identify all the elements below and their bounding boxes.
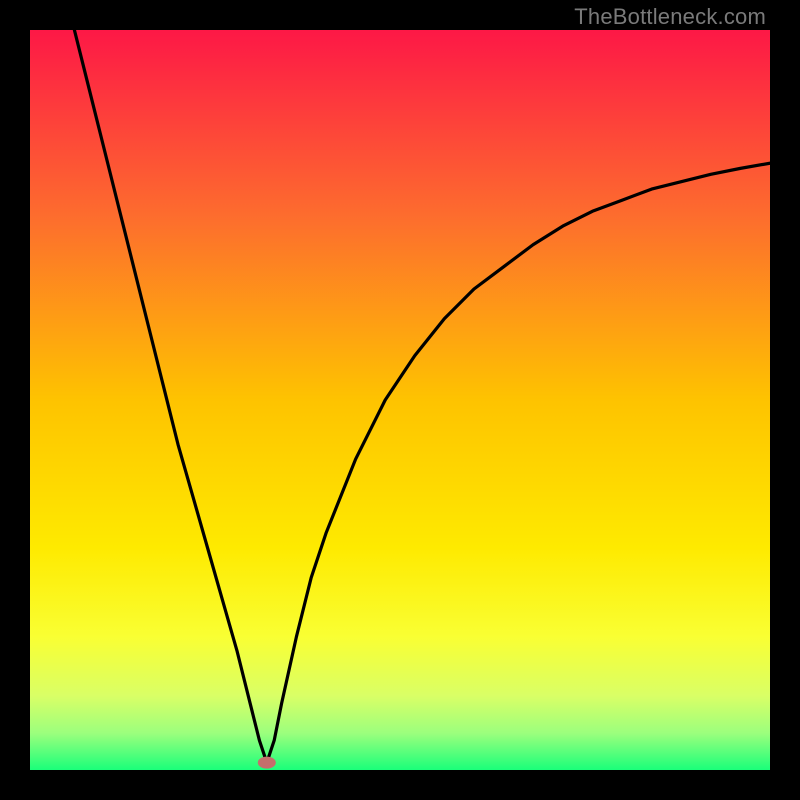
minimum-marker: [258, 757, 276, 769]
chart-frame: [30, 30, 770, 770]
gradient-background: [30, 30, 770, 770]
chart-svg: [30, 30, 770, 770]
watermark: TheBottleneck.com: [574, 4, 766, 30]
